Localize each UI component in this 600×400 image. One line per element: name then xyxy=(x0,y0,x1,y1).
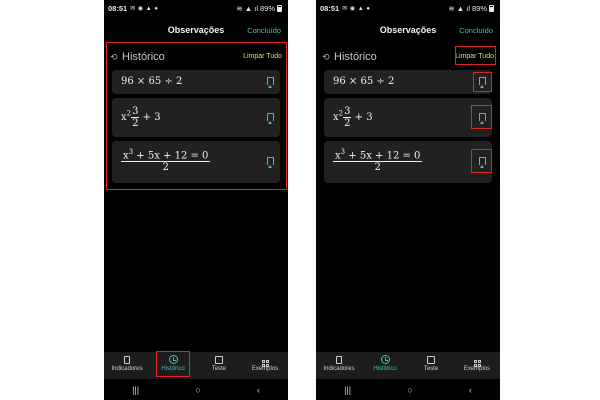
done-button[interactable]: Concluído xyxy=(247,26,281,35)
status-bar: 08:51 ✉ ◉ ▲ ● ≋ ▲ ıl 89% xyxy=(104,0,288,16)
recent-apps-button[interactable]: ||| xyxy=(132,385,139,395)
highlight-box-bookmark xyxy=(471,105,492,129)
tab-historico[interactable]: Histórico xyxy=(362,352,408,379)
signal-icon: ≋ ▲ ıl xyxy=(448,3,470,13)
highlight-box-bookmark xyxy=(471,149,492,173)
history-icon xyxy=(380,355,390,364)
phone-screen-left: 08:51 ✉ ◉ ▲ ● ≋ ▲ ıl 89% Observações Con… xyxy=(104,0,288,400)
app-header: Observações Concluído xyxy=(104,22,288,40)
battery-icon xyxy=(489,4,494,12)
system-nav-bar: ||| ○ ‹ xyxy=(104,379,288,400)
tab-indicadores[interactable]: Indicadores xyxy=(316,352,362,379)
history-item[interactable]: x2 3 2 + 3 xyxy=(324,98,492,137)
highlight-box-bookmark xyxy=(473,72,492,92)
signal-icon: ≋ ▲ ıl xyxy=(236,3,258,13)
notification-icons: ✉ ◉ ▲ ● xyxy=(130,5,159,12)
history-expression: x2 3 2 + 3 xyxy=(333,106,373,129)
highlight-box-clear-all xyxy=(455,46,496,65)
status-time: 08:51 xyxy=(320,3,340,13)
test-icon xyxy=(215,356,223,364)
highlight-box-history-tab xyxy=(156,351,190,377)
notification-icons: ✉ ◉ ▲ ● xyxy=(342,5,371,12)
history-item[interactable]: 96 × 65 ÷ 2 xyxy=(324,70,492,94)
history-item[interactable]: x3 + 5x + 12 = 02 xyxy=(324,141,492,183)
done-button[interactable]: Concluído xyxy=(459,26,493,35)
status-bar: 08:51 ✉ ◉ ▲ ● ≋ ▲ ıl 89% xyxy=(316,0,500,16)
tab-exemplos[interactable]: Exemplos xyxy=(242,352,288,379)
tab-bar: Indicadores Histórico Teste Exemplos xyxy=(316,352,500,379)
phone-screen-right: 08:51 ✉ ◉ ▲ ● ≋ ▲ ıl 89% Observações Con… xyxy=(316,0,500,400)
tab-exemplos[interactable]: Exemplos xyxy=(454,352,500,379)
tab-teste[interactable]: Teste xyxy=(196,352,242,379)
history-expression: x3 + 5x + 12 = 02 xyxy=(333,148,423,174)
test-icon xyxy=(427,356,435,364)
back-button[interactable]: ‹ xyxy=(257,385,260,395)
history-expression: 96 × 65 ÷ 2 xyxy=(333,76,395,87)
system-nav-bar: ||| ○ ‹ xyxy=(316,379,500,400)
home-button[interactable]: ○ xyxy=(407,385,412,395)
home-button[interactable]: ○ xyxy=(195,385,200,395)
battery-percent: 89% xyxy=(471,3,487,13)
highlight-box-history-list xyxy=(106,42,287,190)
recent-apps-button[interactable]: ||| xyxy=(344,385,351,395)
app-header: Observações Concluído xyxy=(316,22,500,40)
battery-icon xyxy=(277,4,282,12)
tab-bar: Indicadores Histórico Teste Exemplos xyxy=(104,352,288,379)
history-title: Histórico xyxy=(334,51,377,63)
tab-teste[interactable]: Teste xyxy=(408,352,454,379)
battery-percent: 89% xyxy=(259,3,275,13)
tab-indicadores[interactable]: Indicadores xyxy=(104,352,150,379)
back-button[interactable]: ‹ xyxy=(469,385,472,395)
status-time: 08:51 xyxy=(108,3,128,13)
bookmark-icon xyxy=(124,356,130,364)
history-icon: ⟲ xyxy=(322,52,330,62)
bookmark-icon xyxy=(336,356,342,364)
